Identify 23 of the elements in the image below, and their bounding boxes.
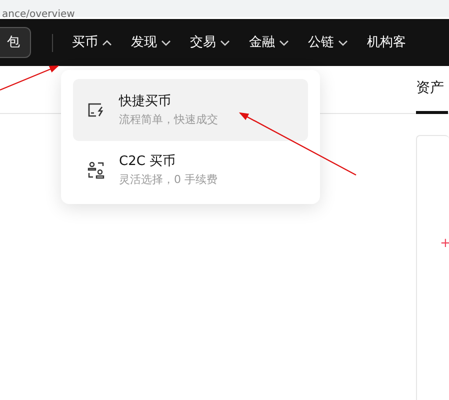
address-bar[interactable]: ance/overview (0, 0, 449, 19)
wallet-button[interactable]: 包 (0, 26, 31, 58)
chevron-up-icon (102, 38, 112, 48)
chevron-down-icon (338, 38, 348, 48)
nav-menu-item[interactable]: 公链 (308, 32, 348, 52)
lightning-card-icon (87, 101, 105, 119)
chevron-down-icon (161, 38, 171, 48)
annotation-arrow (0, 65, 60, 91)
item-subtitle: 灵活选择，0 手续费 (119, 172, 218, 188)
item-title: 快捷买币 (119, 93, 172, 111)
nav-menu-item[interactable]: 机构客 (367, 32, 406, 52)
item-title: C2C 买币 (119, 153, 177, 171)
two-users-icon (87, 161, 105, 179)
nav-menu-item[interactable]: 交易 (190, 32, 230, 52)
item-subtitle: 流程简单，快速成交 (119, 112, 218, 128)
dropdown-item[interactable]: 快捷买币 流程简单，快速成交 (73, 79, 308, 141)
nav-menu-item[interactable]: 发现 (131, 32, 171, 52)
chevron-down-icon (220, 38, 230, 48)
nav-menu-item[interactable]: 金融 (249, 32, 289, 52)
nav-menu-item[interactable]: 买币 (72, 32, 112, 52)
url-text: ance/overview (1, 8, 75, 22)
chevron-down-icon (279, 38, 289, 48)
tab[interactable]: 资产 (416, 66, 448, 114)
